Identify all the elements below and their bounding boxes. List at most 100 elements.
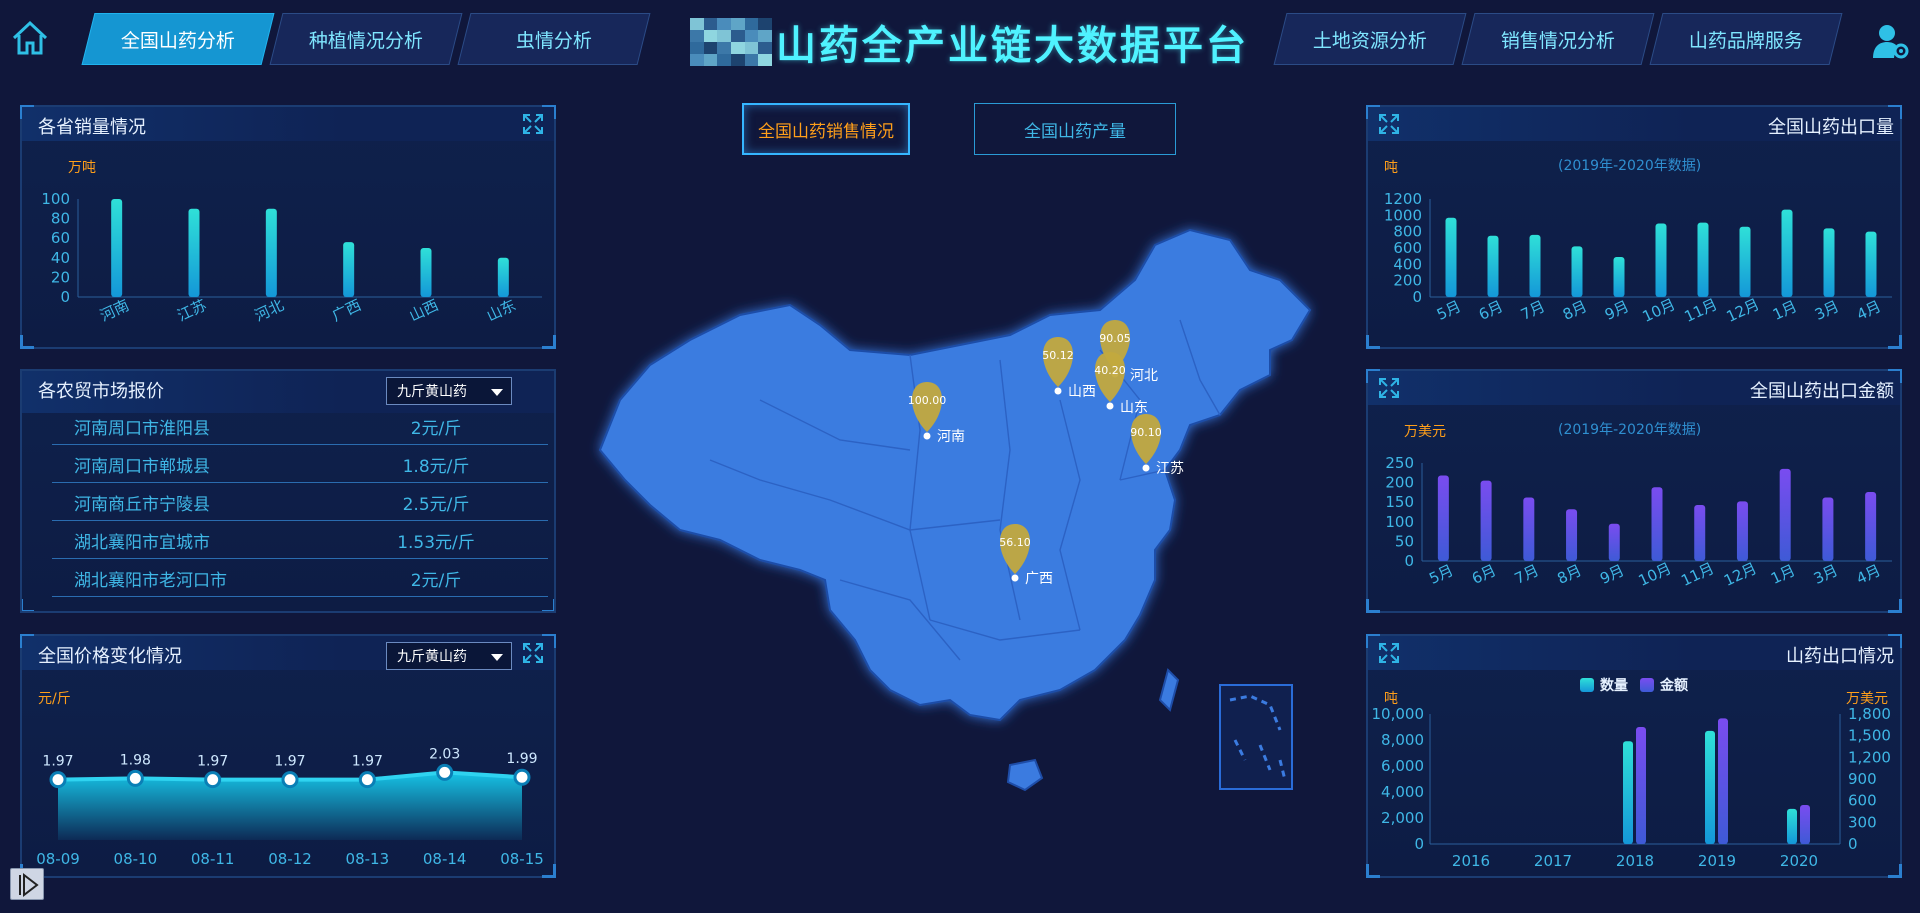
- list-item: 河南周口市郸城县 1.8元/斤: [52, 445, 548, 483]
- market-location: 河南商丘市宁陵县: [74, 495, 210, 515]
- panel-header: 全国山药出口金额: [1368, 371, 1900, 405]
- x-tick-label: 8月: [1560, 297, 1590, 324]
- price-trend-chart: 1.97 08-09 1.98 08-10 1.97 08-11 1.97 08-12 1.97…: [36, 746, 544, 868]
- x-tick-label: 9月: [1597, 561, 1627, 588]
- x-tick-label: 广西: [329, 296, 364, 325]
- bar: [265, 208, 277, 297]
- data-point: [281, 771, 299, 789]
- mosaic-tile: [731, 18, 745, 30]
- nav-tab-land-resources[interactable]: 土地资源分析: [1273, 13, 1467, 65]
- data-point: [358, 771, 376, 789]
- nav-tab-brand-service[interactable]: 山药品牌服务: [1649, 13, 1843, 65]
- export-volume-panel: 全国山药出口量 吨 (2019年-2020年数据) 0 200 400 600 800 1…: [1366, 105, 1902, 349]
- y-tick-label-left: 4,000: [1381, 783, 1424, 801]
- data-label: 1.97: [352, 754, 383, 770]
- bar-amount: [1636, 727, 1646, 844]
- mosaic-tile: [717, 30, 731, 42]
- y-tick-label-right: 1,800: [1848, 705, 1891, 723]
- y-tick-label: 0: [60, 288, 70, 306]
- user-settings-icon[interactable]: [1872, 22, 1910, 60]
- bar: [1822, 497, 1834, 561]
- bar: [1736, 501, 1748, 561]
- nav-tab-label: 山药品牌服务: [1688, 29, 1803, 52]
- variety-select[interactable]: 九斤黄山药: [386, 642, 512, 670]
- y-tick-label-left: 2,000: [1381, 809, 1424, 827]
- x-tick-label: 11月: [1678, 559, 1717, 590]
- bar: [1608, 523, 1620, 561]
- market-price: 2元/斤: [410, 571, 462, 591]
- home-icon[interactable]: [10, 18, 50, 58]
- bar: [1571, 246, 1583, 297]
- pin-value: 40.20: [1094, 364, 1126, 377]
- pin-value: 100.00: [908, 394, 947, 407]
- variety-select-value: 九斤黄山药: [397, 649, 467, 665]
- y-tick-label: 100: [41, 190, 70, 208]
- panel-title: 各农贸市场报价: [38, 381, 164, 402]
- expand-icon[interactable]: [1378, 113, 1400, 135]
- top-bar: 全国山药分析 种植情况分析 虫情分析 山药全产业链大数据平台 土地资源分析 销售…: [0, 0, 1920, 86]
- x-tick-label: 12月: [1721, 559, 1760, 590]
- mosaic-tile: [703, 30, 718, 42]
- toggle-national-output[interactable]: 全国山药产量: [974, 103, 1176, 155]
- expand-icon[interactable]: [1378, 377, 1400, 399]
- bar: [188, 208, 200, 297]
- play-button[interactable]: [10, 868, 44, 900]
- nav-tab-national-analysis[interactable]: 全国山药分析: [81, 13, 275, 65]
- data-label: 1.97: [274, 754, 305, 770]
- market-price: 2元/斤: [410, 419, 462, 439]
- y-tick-label: 100: [1385, 513, 1414, 531]
- y-tick-label: 600: [1393, 239, 1422, 257]
- export-amount-chart: 0 50100 150200 250 5月 6月 7月 8月 9月 10月 11月 12月 1月 3月 4月: [1385, 454, 1892, 590]
- bar: [1739, 226, 1751, 297]
- y-tick-label-right: 1,200: [1848, 748, 1891, 766]
- nav-tab-pest-analysis[interactable]: 虫情分析: [457, 13, 651, 65]
- expand-icon[interactable]: [522, 113, 544, 135]
- page-title-group: 山药全产业链大数据平台: [690, 10, 1249, 74]
- bar: [420, 248, 432, 297]
- toggle-national-sales[interactable]: 全国山药销售情况: [742, 103, 910, 155]
- data-point: [126, 769, 144, 787]
- pin-value: 90.05: [1099, 332, 1131, 345]
- pin-dot: [1142, 464, 1150, 472]
- chevron-down-icon: [491, 654, 503, 661]
- nav-tab-planting-analysis[interactable]: 种植情况分析: [269, 13, 463, 65]
- list-item: 湖北襄阳市宜城市 1.53元/斤: [52, 521, 548, 559]
- x-tick-label: 河南: [97, 296, 132, 325]
- y-tick-label: 0: [1404, 552, 1414, 570]
- pin-dot: [1054, 387, 1062, 395]
- variety-select[interactable]: 九斤黄山药: [386, 377, 512, 405]
- y-tick-label-right: 300: [1848, 813, 1877, 831]
- panel-title: 全国价格变化情况: [38, 646, 182, 667]
- legend-swatch: [1640, 678, 1654, 692]
- play-icon: [19, 872, 39, 898]
- pin-value: 90.10: [1130, 426, 1162, 439]
- expand-icon[interactable]: [1378, 642, 1400, 664]
- pin-dot: [923, 432, 931, 440]
- bar: [1781, 209, 1793, 297]
- mosaic-tile: [703, 18, 718, 30]
- market-location: 河南周口市郸城县: [74, 457, 210, 477]
- data-point: [49, 771, 67, 789]
- x-tick-label: 6月: [1469, 561, 1499, 588]
- chart-subtitle: (2019年-2020年数据): [1558, 158, 1702, 174]
- chart-subtitle: (2019年-2020年数据): [1558, 422, 1702, 438]
- bar-quantity: [1787, 808, 1797, 844]
- bar: [1865, 492, 1877, 561]
- expand-icon[interactable]: [522, 642, 544, 664]
- bar: [1445, 217, 1457, 297]
- mosaic-tile: [758, 54, 772, 66]
- bar: [1823, 228, 1835, 297]
- x-tick-label: 4月: [1854, 561, 1884, 588]
- mosaic-tile: [744, 18, 759, 30]
- x-tick-label: 08-09: [36, 850, 80, 868]
- panel-title: 山药出口情况: [1786, 646, 1894, 667]
- y-tick-label: 40: [51, 249, 70, 267]
- mosaic-tile: [703, 42, 718, 54]
- pin-value: 50.12: [1042, 349, 1074, 362]
- nav-tab-sales-analysis[interactable]: 销售情况分析: [1461, 13, 1655, 65]
- nav-tab-label: 全国山药分析: [120, 29, 235, 52]
- price-trend-panel: 全国价格变化情况 九斤黄山药 元/斤 1.97 08-09 1.98 08-10 1.9…: [20, 634, 556, 878]
- export-amount-panel: 全国山药出口金额 万美元 (2019年-2020年数据) 0 50 100 150 20…: [1366, 369, 1902, 613]
- x-tick-label: 2017: [1534, 852, 1572, 870]
- bar-quantity: [1705, 730, 1715, 844]
